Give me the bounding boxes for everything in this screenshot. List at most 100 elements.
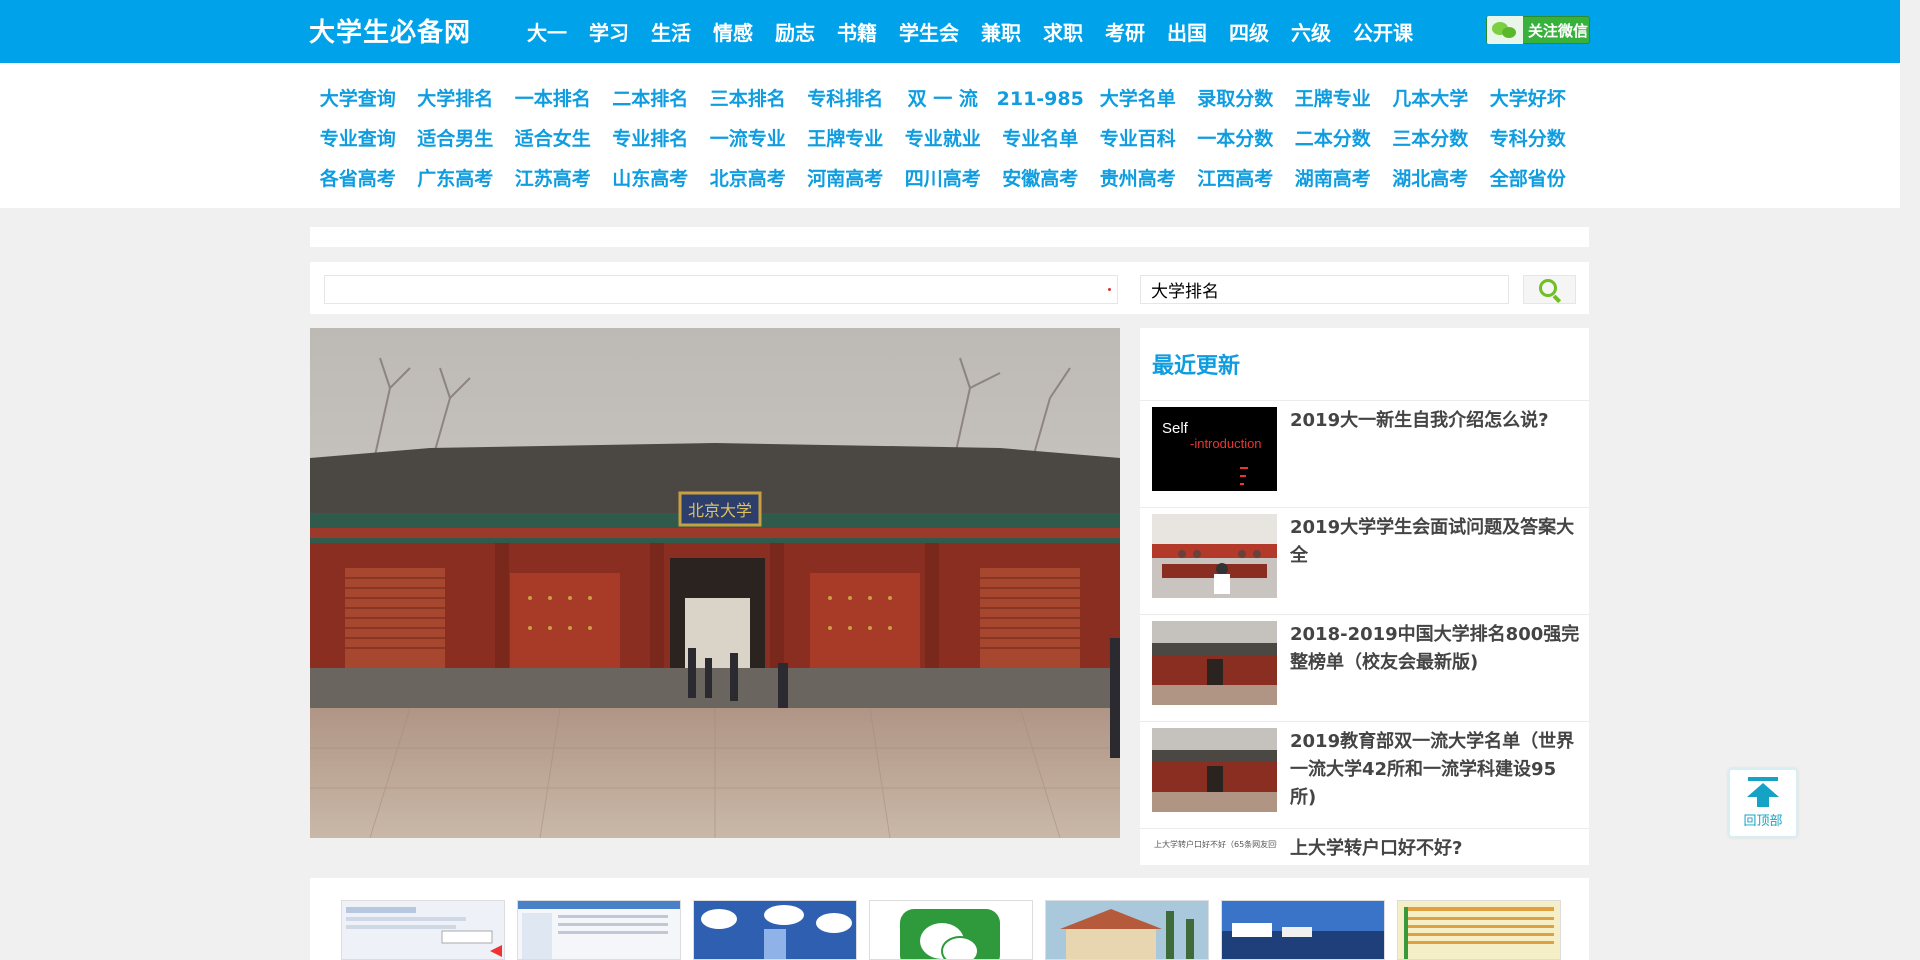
notice-box: [324, 275, 1118, 304]
quick-link[interactable]: 江苏高考: [504, 159, 602, 199]
follow-wechat-button[interactable]: 关注微信: [1486, 16, 1590, 44]
gate-sign-text: 北京大学: [688, 501, 752, 520]
recent-item-title[interactable]: 2019大一新生自我介绍怎么说?: [1290, 407, 1580, 435]
bottom-thumbnail[interactable]: [517, 900, 681, 960]
thumb-text: 上大学转户口好不好（65条网友回答）: [1154, 840, 1277, 849]
thumb-text: -introduction: [1190, 436, 1262, 451]
quick-link[interactable]: 二本排名: [602, 79, 700, 119]
quick-link[interactable]: 专科排名: [797, 79, 895, 119]
red-dot-icon: [1108, 288, 1111, 291]
main-nav: 大一 学习 生活 情感 励志 书籍 学生会 兼职 求职 考研 出国 四级 六级 …: [527, 0, 1435, 63]
quick-link[interactable]: 专业百科: [1089, 119, 1187, 159]
quick-link[interactable]: 大学名单: [1089, 79, 1187, 119]
search-button[interactable]: [1523, 275, 1576, 304]
recent-updates-title: 最近更新: [1152, 354, 1241, 379]
quick-link[interactable]: 安徽高考: [992, 159, 1090, 199]
recent-item[interactable]: Self -introduction 2019大一新生自我介绍怎么说?: [1140, 400, 1589, 507]
nav-item[interactable]: 情感: [713, 17, 753, 46]
quick-link[interactable]: 专业排名: [602, 119, 700, 159]
quick-link[interactable]: 大学查询: [309, 79, 407, 119]
nav-item[interactable]: 出国: [1167, 17, 1207, 46]
bottom-thumbnail[interactable]: [1397, 900, 1561, 960]
quick-link[interactable]: 专业就业: [894, 119, 992, 159]
recent-item-thumbnail[interactable]: [1152, 728, 1277, 812]
quick-link[interactable]: 大学好坏: [1479, 79, 1577, 119]
recent-item-title[interactable]: 2018-2019中国大学排名800强完整榜单（校友会最新版): [1290, 621, 1580, 677]
quick-link[interactable]: 几本大学: [1382, 79, 1480, 119]
quick-link[interactable]: 三本分数: [1382, 119, 1480, 159]
back-to-top-icon: [1748, 777, 1778, 781]
nav-item[interactable]: 大一: [527, 17, 567, 46]
nav-item[interactable]: 学生会: [899, 17, 959, 46]
quick-link[interactable]: 双 一 流: [894, 79, 992, 119]
site-logo[interactable]: 大学生必备网: [309, 12, 471, 49]
bottom-thumbnail[interactable]: [1221, 900, 1385, 960]
quick-link[interactable]: 专业查询: [309, 119, 407, 159]
quick-link[interactable]: 湖北高考: [1382, 159, 1480, 199]
hero-image-peking-university-gate[interactable]: 北京大学: [310, 328, 1120, 838]
quick-link[interactable]: 贵州高考: [1089, 159, 1187, 199]
quick-link[interactable]: 适合女生: [504, 119, 602, 159]
quick-link[interactable]: 广东高考: [407, 159, 505, 199]
quick-link[interactable]: 山东高考: [602, 159, 700, 199]
quick-link[interactable]: 北京高考: [699, 159, 797, 199]
quick-link[interactable]: 一本分数: [1187, 119, 1285, 159]
recent-item-title[interactable]: 2019教育部双一流大学名单（世界一流大学42所和一流学科建设95所): [1290, 728, 1580, 812]
recent-item[interactable]: 上大学转户口好不好（65条网友回答） 上大学转户口好不好?: [1140, 828, 1589, 865]
recent-updates-list: Self -introduction 2019大一新生自我介绍怎么说? 2019…: [1140, 400, 1589, 865]
nav-item[interactable]: 兼职: [981, 17, 1021, 46]
quick-links-panel: 大学查询 大学排名 一本排名 二本排名 三本排名 专科排名双 一 流 211-985 大学名单…: [0, 63, 1900, 208]
quick-link[interactable]: 专业名单: [992, 119, 1090, 159]
search-row: [310, 262, 1589, 314]
recent-updates-panel: 最近更新 Self -introduction 2019大一新生自我介绍怎么说?: [1140, 328, 1589, 865]
quick-link[interactable]: 二本分数: [1284, 119, 1382, 159]
quick-link[interactable]: 专科分数: [1479, 119, 1577, 159]
recent-item-thumbnail[interactable]: 上大学转户口好不好（65条网友回答）: [1152, 835, 1277, 865]
quick-link[interactable]: 王牌专业: [797, 119, 895, 159]
bottom-thumbnail[interactable]: [869, 900, 1033, 960]
back-to-top-button[interactable]: 回顶部: [1728, 768, 1798, 838]
recent-item-thumbnail[interactable]: Self -introduction: [1152, 407, 1277, 491]
bottom-thumbnails-strip: [310, 878, 1589, 960]
back-to-top-label: 回顶部: [1743, 814, 1783, 829]
nav-item[interactable]: 四级: [1229, 17, 1269, 46]
quick-link[interactable]: 适合男生: [407, 119, 505, 159]
nav-item[interactable]: 公开课: [1353, 17, 1413, 46]
nav-item[interactable]: 求职: [1043, 17, 1083, 46]
nav-item[interactable]: 考研: [1105, 17, 1145, 46]
quick-link[interactable]: 江西高考: [1187, 159, 1285, 199]
nav-item[interactable]: 励志: [775, 17, 815, 46]
up-arrow-stem: [1757, 797, 1769, 807]
nav-item[interactable]: 书籍: [837, 17, 877, 46]
up-arrow-icon: [1747, 783, 1779, 797]
recent-item-thumbnail[interactable]: [1152, 514, 1277, 598]
quick-link[interactable]: 211-985: [992, 79, 1090, 119]
bottom-thumbnail[interactable]: [341, 900, 505, 960]
quick-link[interactable]: 录取分数: [1187, 79, 1285, 119]
recent-item[interactable]: 2019大学学生会面试问题及答案大全: [1140, 507, 1589, 614]
quick-link[interactable]: 大学排名: [407, 79, 505, 119]
search-input[interactable]: [1140, 275, 1509, 304]
quick-link[interactable]: 一流专业: [699, 119, 797, 159]
recent-item-title[interactable]: 2019大学学生会面试问题及答案大全: [1290, 514, 1580, 570]
thumb-text: Self: [1162, 420, 1189, 437]
nav-item[interactable]: 学习: [589, 17, 629, 46]
recent-item-title[interactable]: 上大学转户口好不好?: [1290, 835, 1580, 863]
bottom-thumbnail[interactable]: [693, 900, 857, 960]
quick-link[interactable]: 全部省份: [1479, 159, 1577, 199]
nav-item[interactable]: 六级: [1291, 17, 1331, 46]
bottom-thumbnail[interactable]: [1045, 900, 1209, 960]
quick-link[interactable]: 三本排名: [699, 79, 797, 119]
quick-link[interactable]: 王牌专业: [1284, 79, 1382, 119]
quick-link[interactable]: 湖南高考: [1284, 159, 1382, 199]
quick-link[interactable]: 一本排名: [504, 79, 602, 119]
recent-item-thumbnail[interactable]: [1152, 621, 1277, 705]
empty-banner-strip: [310, 227, 1589, 247]
quick-link[interactable]: 四川高考: [894, 159, 992, 199]
quick-link[interactable]: 河南高考: [797, 159, 895, 199]
top-nav-bar: 大学生必备网 大一 学习 生活 情感 励志 书籍 学生会 兼职 求职 考研 出国…: [0, 0, 1900, 63]
recent-item[interactable]: 2019教育部双一流大学名单（世界一流大学42所和一流学科建设95所): [1140, 721, 1589, 828]
nav-item[interactable]: 生活: [651, 17, 691, 46]
quick-link[interactable]: 各省高考: [309, 159, 407, 199]
recent-item[interactable]: 2018-2019中国大学排名800强完整榜单（校友会最新版): [1140, 614, 1589, 721]
